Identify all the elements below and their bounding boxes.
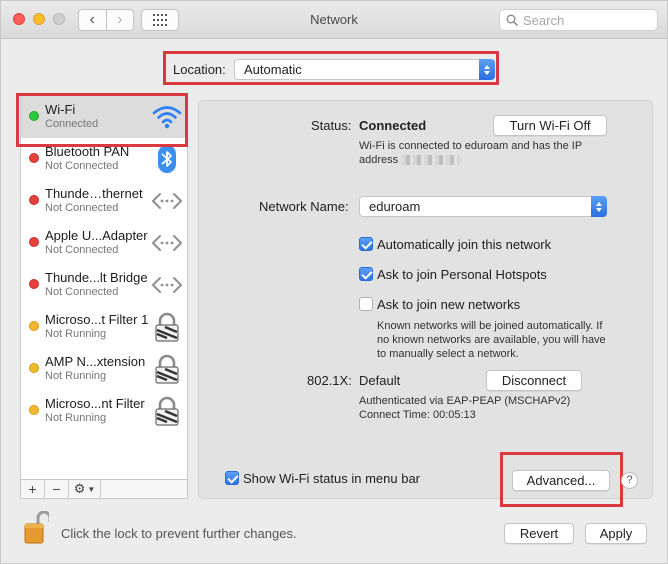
help-button[interactable]: ? <box>621 472 638 489</box>
service-name: Microso...nt Filter <box>45 396 145 411</box>
title-bar: ‹ › Network <box>1 1 667 39</box>
join-new-networks-label: Ask to join new networks <box>377 297 521 312</box>
note-line: to manually select a network. <box>377 348 519 360</box>
search-icon <box>506 14 518 26</box>
ethernet-arrows-icon <box>152 277 182 293</box>
apply-button[interactable]: Apply <box>585 523 647 544</box>
service-name: Thunde...lt Bridge <box>45 270 148 285</box>
service-list-toolbar: + − ⚙ ▼ <box>20 479 188 499</box>
bluetooth-icon <box>158 145 176 173</box>
remove-service-button[interactable]: − <box>45 480 69 498</box>
connect-time: Connect Time: 00:05:13 <box>359 409 476 421</box>
status-dot <box>29 237 39 247</box>
service-item-apple-usb-adapter[interactable]: Apple U...Adapter Not Connected <box>21 222 187 264</box>
redacted-ip-address <box>402 155 461 166</box>
status-dot <box>29 405 39 415</box>
status-description: Wi-Fi is connected to eduroam and has th… <box>359 139 582 167</box>
popup-arrows-icon <box>479 59 495 80</box>
search-field[interactable] <box>499 9 658 31</box>
auto-join-label: Automatically join this network <box>377 237 552 252</box>
service-name: Thunde…thernet <box>45 186 143 201</box>
service-item-thunderbolt-ethernet[interactable]: Thunde…thernet Not Connected <box>21 180 187 222</box>
known-networks-note: Known networks will be joined automatica… <box>377 319 606 361</box>
status-dot <box>29 195 39 205</box>
action-menu-button[interactable]: ⚙ ▼ <box>69 480 101 498</box>
status-description-line: Wi-Fi is connected to eduroam and has th… <box>359 140 583 152</box>
turn-wifi-off-button[interactable]: Turn Wi-Fi Off <box>493 115 607 136</box>
wifi-highlight-box <box>16 93 188 147</box>
advanced-button[interactable]: Advanced... <box>512 470 610 491</box>
join-new-networks-checkbox[interactable] <box>359 297 373 311</box>
service-status: Not Running <box>45 370 107 382</box>
show-wifi-status-label: Show Wi-Fi status in menu bar <box>243 471 421 486</box>
service-status: Not Connected <box>45 286 119 298</box>
status-description-line: address <box>359 153 582 167</box>
status-dot <box>29 363 39 373</box>
popup-arrows-icon <box>591 196 607 217</box>
service-name: Apple U...Adapter <box>45 228 148 243</box>
personal-hotspots-label: Ask to join Personal Hotspots <box>377 267 547 282</box>
network-name-popup[interactable]: eduroam <box>359 196 607 217</box>
service-status: Not Connected <box>45 244 119 256</box>
network-name-label: Network Name: <box>259 199 349 214</box>
status-dot <box>29 153 39 163</box>
dot1x-value: Default <box>359 373 401 388</box>
status-dot <box>29 321 39 331</box>
status-value: Connected <box>359 118 427 133</box>
lock-message: Click the lock to prevent further change… <box>61 526 297 541</box>
service-status: Not Connected <box>45 160 119 172</box>
vpn-lock-icon <box>155 354 179 384</box>
show-wifi-status-checkbox[interactable] <box>225 471 239 485</box>
vpn-lock-icon <box>155 312 179 342</box>
plus-icon: + <box>28 481 37 497</box>
location-value: Automatic <box>244 62 302 77</box>
ethernet-arrows-icon <box>152 193 182 209</box>
service-status: Not Connected <box>45 202 119 214</box>
minus-icon: − <box>52 481 61 497</box>
auth-method: Authenticated via EAP-PEAP (MSCHAPv2) <box>359 395 571 407</box>
location-label: Location: <box>173 62 226 77</box>
note-line: Known networks will be joined automatica… <box>377 320 603 332</box>
service-item-microsoft-content-filter[interactable]: Microso...nt Filter Not Running <box>21 390 187 432</box>
service-item-microsoft-filter-1[interactable]: Microso...t Filter 1 Not Running <box>21 306 187 348</box>
service-status: Not Running <box>45 328 107 340</box>
vpn-lock-icon <box>155 396 179 426</box>
gear-icon: ⚙ <box>73 481 86 496</box>
network-preferences-window: ‹ › Network Location: Automatic <box>0 0 668 564</box>
ethernet-arrows-icon <box>152 235 182 251</box>
service-status: Not Running <box>45 412 107 424</box>
location-popup[interactable]: Automatic <box>234 59 495 80</box>
revert-button[interactable]: Revert <box>504 523 574 544</box>
service-list[interactable]: Wi-Fi Connected Bluetooth PAN Not Connec… <box>20 95 188 480</box>
chevron-down-icon: ▼ <box>87 484 96 494</box>
status-label: Status: <box>311 118 352 133</box>
auth-info: Authenticated via EAP-PEAP (MSCHAPv2) Co… <box>359 394 570 422</box>
dot1x-label: 802.1X: <box>307 373 352 388</box>
personal-hotspots-checkbox[interactable] <box>359 267 373 281</box>
service-name: Microso...t Filter 1 <box>45 312 149 327</box>
status-dot <box>29 279 39 289</box>
service-item-amp-network-extension[interactable]: AMP N...xtension Not Running <box>21 348 187 390</box>
search-input[interactable] <box>523 12 643 28</box>
service-name: AMP N...xtension <box>45 354 146 369</box>
auto-join-checkbox[interactable] <box>359 237 373 251</box>
add-service-button[interactable]: + <box>21 480 45 498</box>
lock-icon[interactable] <box>23 511 49 545</box>
disconnect-button[interactable]: Disconnect <box>486 370 582 391</box>
note-line: no known networks are available, you wil… <box>377 334 606 346</box>
network-name-value: eduroam <box>369 199 421 214</box>
service-item-thunderbolt-bridge[interactable]: Thunde...lt Bridge Not Connected <box>21 264 187 306</box>
